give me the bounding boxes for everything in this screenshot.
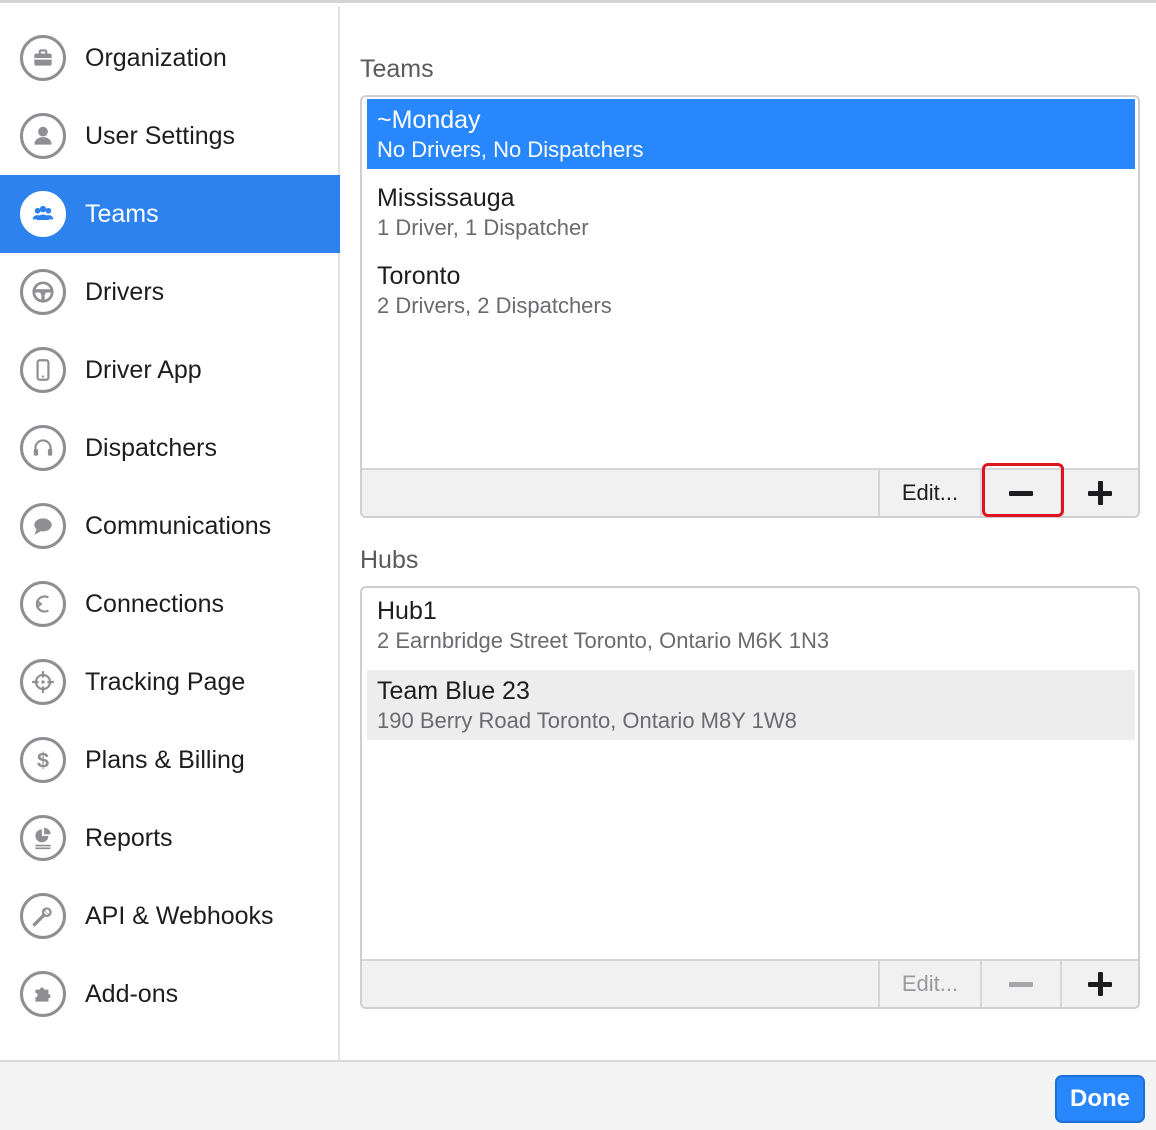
sidebar-item-label: Communications [85,512,272,540]
remove-button-highlight [982,463,1064,517]
sidebar-item-label: Reports [85,824,173,852]
sidebar-item-add-ons[interactable]: Add-ons [0,955,340,1033]
briefcase-icon [20,35,66,81]
sidebar-item-label: Tracking Page [85,668,246,696]
teams-list-panel: ~Monday No Drivers, No Dispatchers Missi… [360,95,1140,518]
sidebar-item-label: Drivers [85,278,165,306]
hub-row-team-blue-23[interactable]: Team Blue 23 190 Berry Road Toronto, Ont… [367,670,1135,740]
crosshair-icon [20,659,66,705]
svg-text:$: $ [37,748,49,773]
hub-row-hub1[interactable]: Hub1 2 Earnbridge Street Toronto, Ontari… [367,590,1135,660]
sidebar-item-label: Driver App [85,356,202,384]
sidebar-item-label: API & Webhooks [85,902,274,930]
report-icon [20,815,66,861]
hubs-toolbar: Edit... [362,959,1138,1007]
teams-edit-button[interactable]: Edit... [878,470,980,516]
sidebar-item-tracking-page[interactable]: Tracking Page [0,643,340,721]
plus-icon [1088,481,1112,505]
team-icon [20,191,66,237]
footer-bar [0,1060,1156,1130]
done-button[interactable]: Done [1055,1075,1145,1123]
team-summary: 2 Drivers, 2 Dispatchers [377,293,612,318]
user-icon [20,113,66,159]
dollar-icon: $ [20,737,66,783]
sidebar-item-communications[interactable]: Communications [0,487,340,565]
hubs-add-button[interactable] [1060,961,1138,1007]
sidebar-item-label: User Settings [85,122,236,150]
sidebar-item-user-settings[interactable]: User Settings [0,97,340,175]
hub-name: Team Blue 23 [377,677,530,705]
wrench-icon [20,893,66,939]
hubs-remove-button[interactable] [980,961,1060,1007]
sidebar-item-connections[interactable]: Connections [0,565,340,643]
steering-wheel-icon [20,269,66,315]
hub-address: 190 Berry Road Toronto, Ontario M8Y 1W8 [377,708,797,733]
puzzle-icon [20,971,66,1017]
teams-section-title: Teams [360,55,434,83]
sidebar-item-dispatchers[interactable]: Dispatchers [0,409,340,487]
team-name: Toronto [377,262,461,290]
sidebar-item-label: Teams [85,200,159,228]
sidebar: Organization User Settings Teams Drivers [0,6,340,1060]
sidebar-item-label: Dispatchers [85,434,217,462]
team-name: ~Monday [377,106,481,134]
team-summary: 1 Driver, 1 Dispatcher [377,215,589,240]
sidebar-item-api-webhooks[interactable]: API & Webhooks [0,877,340,955]
minus-icon [1009,981,1033,987]
teams-add-button[interactable] [1060,470,1138,516]
hub-address: 2 Earnbridge Street Toronto, Ontario M6K… [377,628,830,653]
team-row-mississauga[interactable]: Mississauga 1 Driver, 1 Dispatcher [367,177,1135,247]
sidebar-item-organization[interactable]: Organization [0,19,340,97]
headset-icon [20,425,66,471]
hubs-list-panel: Hub1 2 Earnbridge Street Toronto, Ontari… [360,586,1140,1009]
hubs-section-title: Hubs [360,546,419,574]
team-name: Mississauga [377,184,515,212]
team-row-monday[interactable]: ~Monday No Drivers, No Dispatchers [367,99,1135,169]
hubs-edit-button[interactable]: Edit... [878,961,980,1007]
team-summary: No Drivers, No Dispatchers [377,137,644,162]
plus-icon [1088,972,1112,996]
sidebar-item-plans-billing[interactable]: $ Plans & Billing [0,721,340,799]
sidebar-item-teams[interactable]: Teams [0,175,340,253]
settings-window: Organization User Settings Teams Drivers [0,0,1156,1130]
sidebar-item-label: Connections [85,590,224,618]
sidebar-item-label: Plans & Billing [85,746,245,774]
sidebar-item-label: Organization [85,44,227,72]
sidebar-item-label: Add-ons [85,980,179,1008]
connections-icon [20,581,66,627]
chat-bubble-icon [20,503,66,549]
hub-name: Hub1 [377,597,437,625]
sidebar-item-drivers[interactable]: Drivers [0,253,340,331]
team-row-toronto[interactable]: Toronto 2 Drivers, 2 Dispatchers [367,255,1135,325]
sidebar-item-reports[interactable]: Reports [0,799,340,877]
sidebar-item-driver-app[interactable]: Driver App [0,331,340,409]
phone-icon [20,347,66,393]
